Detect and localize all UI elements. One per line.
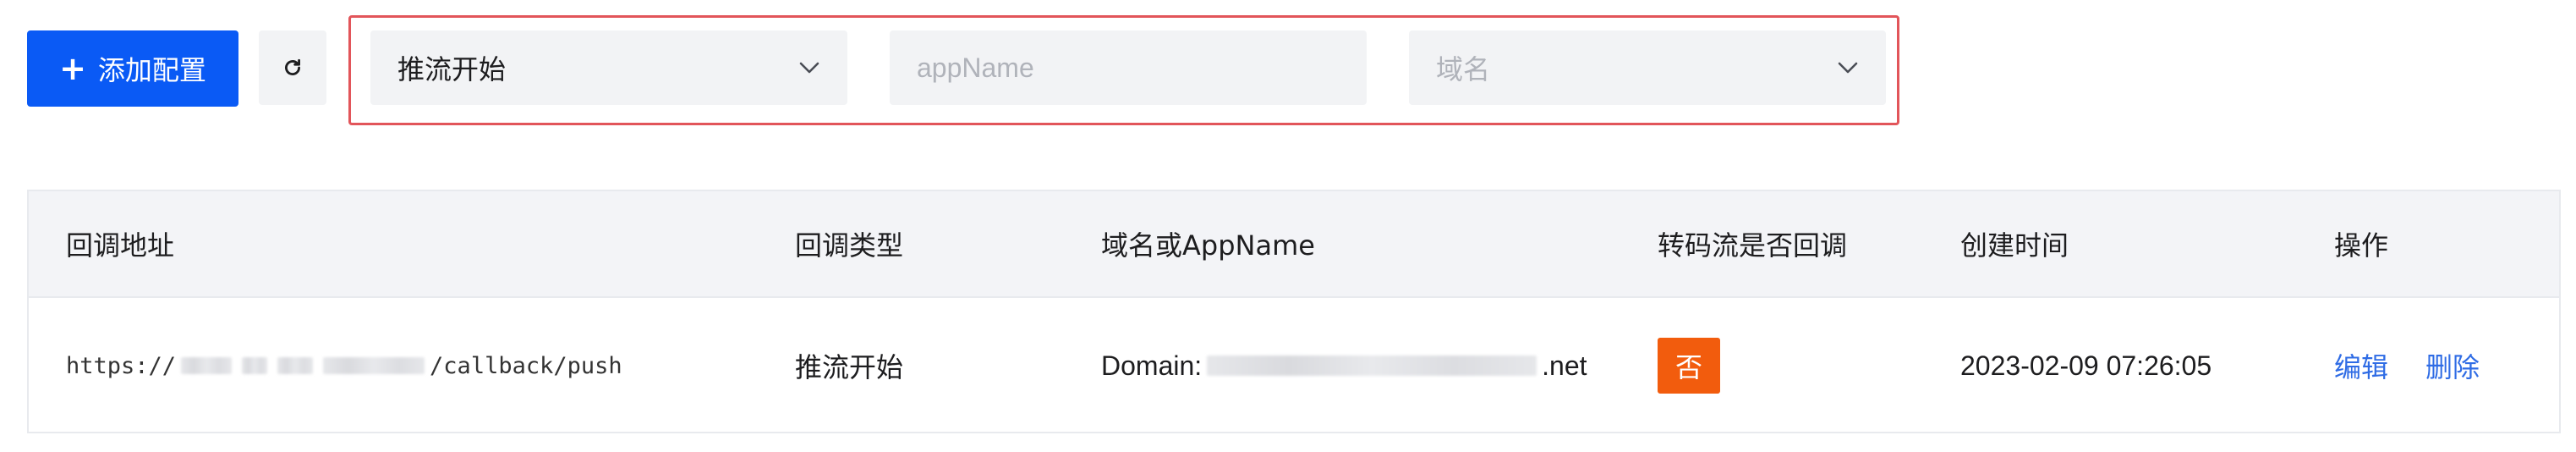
callback-type-value: 推流开始 [397,53,507,85]
domain-prefix: Domain: [1101,350,1203,381]
domain-placeholder: 域名 [1436,53,1491,85]
add-config-label: 添加配置 [97,54,206,86]
plus-icon: + [59,50,86,87]
callback-url-suffix: /callback/push [430,352,622,379]
chevron-down-icon [799,62,819,74]
column-header-actions: 操作 [2334,229,2389,262]
callback-url-prefix: https:// [66,352,177,379]
redacted-text [242,357,268,374]
domain-value: Domain: .net [1101,350,1587,382]
redacted-text [181,357,233,374]
callback-type-cell: 推流开始 [795,351,904,383]
column-header-callback-url: 回调地址 [66,229,175,262]
created-at-cell: 2023-02-09 07:26:05 [1960,298,2212,433]
redacted-text [1207,356,1537,376]
redacted-text [323,357,425,374]
actions-cell: 编辑 删除 [2334,298,2517,433]
refresh-button[interactable] [259,30,326,105]
app-name-field[interactable] [890,30,1367,105]
column-header-transcode-callback: 转码流是否回调 [1658,229,1848,262]
transcode-callback-badge: 否 [1658,338,1720,394]
toolbar: + 添加配置 推流开始 域名 [0,0,2576,144]
delete-link[interactable]: 删除 [2425,346,2480,385]
refresh-icon [285,58,300,75]
column-header-callback-type: 回调类型 [795,229,904,262]
callback-type-select[interactable]: 推流开始 [370,30,847,105]
transcode-callback-cell: 否 [1658,298,1720,433]
callback-url: https:// /callback/push [66,353,622,379]
callback-url-cell: https:// /callback/push [66,298,622,433]
domain-cell: Domain: .net [1101,298,1587,433]
redacted-text [277,357,314,374]
column-header-domain-or-appname: 域名或AppName [1101,229,1315,262]
domain-select[interactable]: 域名 [1409,30,1886,105]
edit-link[interactable]: 编辑 [2334,346,2388,385]
created-at: 2023-02-09 07:26:05 [1960,350,2212,381]
chevron-down-icon [1838,62,1858,74]
column-header-created-at: 创建时间 [1960,229,2069,262]
table-header: 回调地址 回调类型 域名或AppName 转码流是否回调 创建时间 操作 [29,191,2559,298]
callback-config-table: 回调地址 回调类型 域名或AppName 转码流是否回调 创建时间 操作 htt… [27,190,2561,433]
add-config-button[interactable]: + 添加配置 [27,30,238,107]
app-name-input[interactable] [917,52,1340,84]
domain-suffix: .net [1542,350,1587,381]
table-row: https:// /callback/push 推流开始 Domain: .ne… [29,298,2559,433]
